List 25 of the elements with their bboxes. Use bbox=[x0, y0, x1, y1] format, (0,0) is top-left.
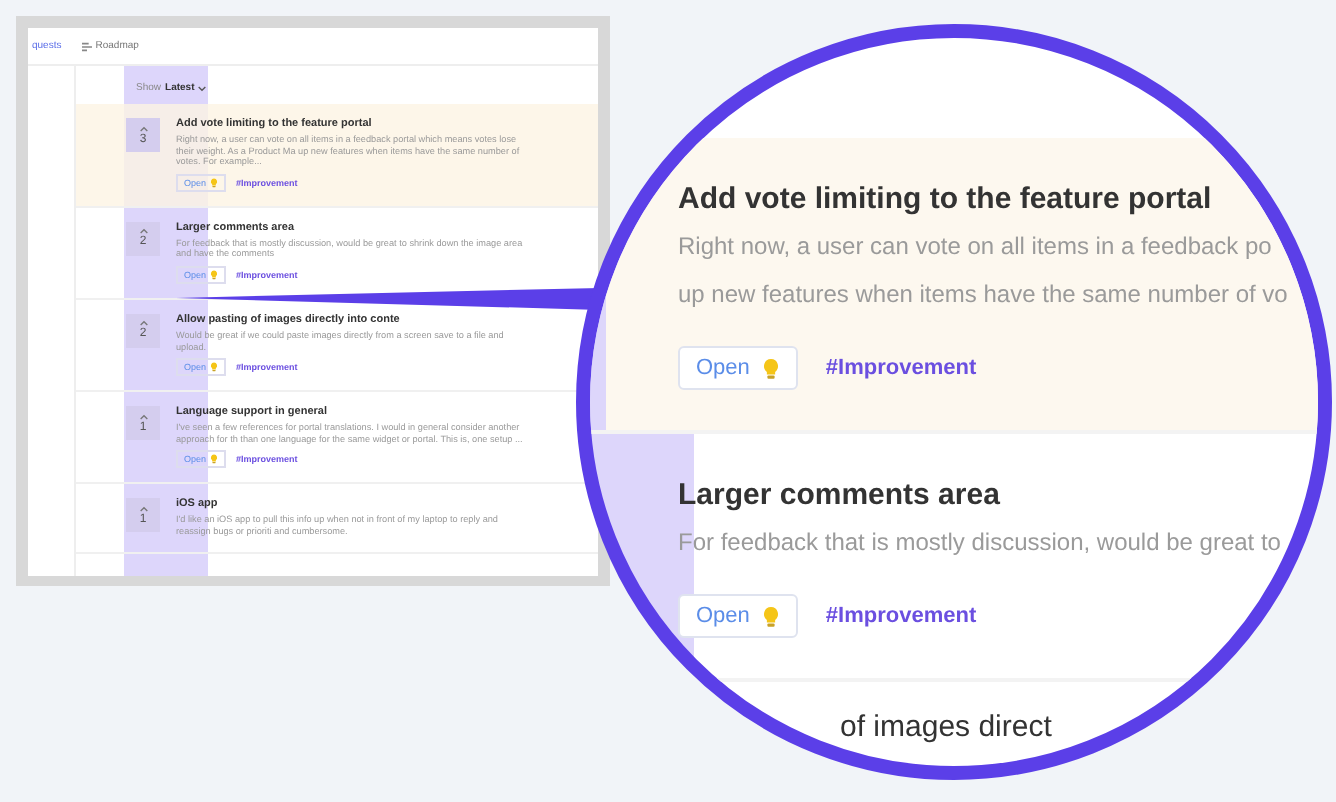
lightbulb-icon bbox=[210, 362, 219, 373]
item-title: Add vote limiting to the feature portal bbox=[678, 182, 1214, 216]
feedback-card[interactable] bbox=[76, 104, 598, 208]
chevron-down-icon bbox=[198, 85, 207, 91]
roadmap-icon bbox=[81, 41, 92, 51]
tag-link[interactable]: #Improvement bbox=[825, 356, 977, 380]
lightbulb-icon bbox=[761, 605, 780, 627]
upvote-caret-icon bbox=[139, 228, 147, 235]
lightbulb-icon bbox=[210, 454, 219, 465]
status-button[interactable]: Open bbox=[678, 594, 798, 638]
lightbulb-icon bbox=[761, 357, 780, 379]
item-title: of images direct bbox=[838, 708, 1054, 744]
item-description: Right now, a user can vote on all items in a feedback po bbox=[678, 230, 1274, 264]
item-description: For feedback that is mostly discussion, would be great to bbox=[678, 526, 1283, 560]
upvote-caret-icon bbox=[139, 125, 147, 131]
tag-link[interactable]: #Improvement bbox=[825, 604, 977, 628]
upvote-caret-icon bbox=[139, 505, 147, 512]
item-description: up new features when items have the same number of vo bbox=[678, 278, 1290, 312]
feedback-card[interactable]: Add vote limiting to the feature portal Right now, a user can vote on all items in a feedback po up new features when items have the same number of vo Open #Improvement bbox=[590, 138, 1318, 434]
upvote-caret-icon bbox=[139, 320, 147, 327]
lightbulb-icon bbox=[210, 177, 219, 188]
item-title: Larger comments area bbox=[678, 478, 1002, 512]
lightbulb-icon bbox=[210, 269, 219, 280]
upvote-caret-icon bbox=[139, 413, 147, 420]
status-button[interactable]: Open bbox=[678, 346, 798, 390]
